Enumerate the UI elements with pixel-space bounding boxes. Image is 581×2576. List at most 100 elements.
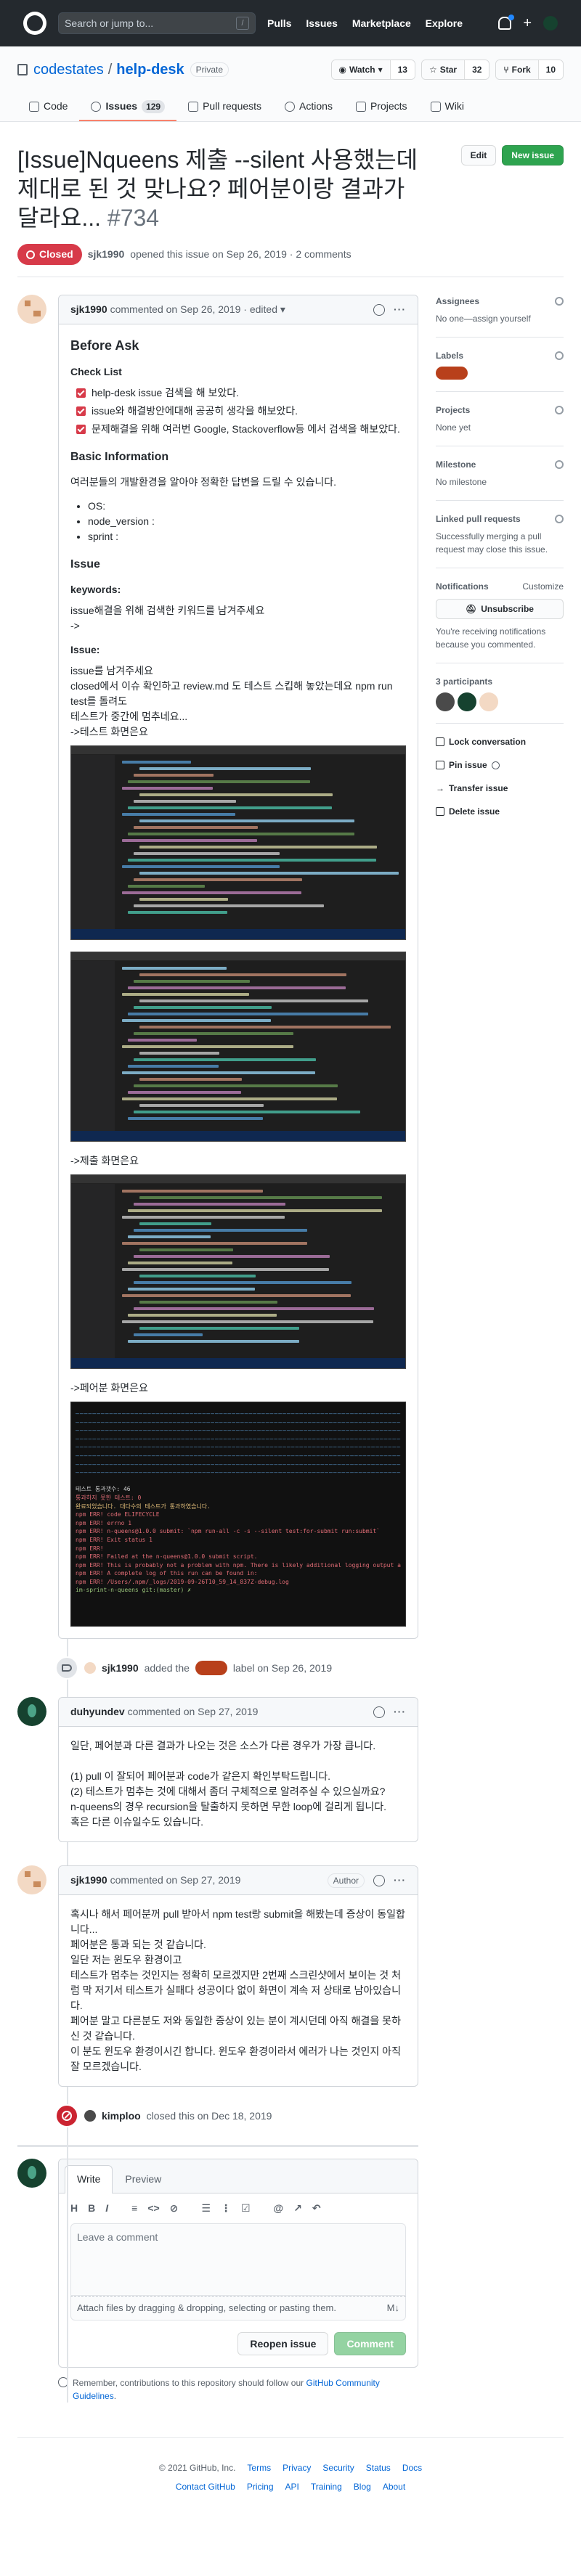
sidebar-milestone[interactable]: Milestone No milestone: [436, 458, 564, 501]
tab-issues[interactable]: Issues 129: [79, 93, 177, 121]
smiley-icon[interactable]: [373, 303, 385, 316]
test-screenshot-image[interactable]: [70, 952, 406, 1142]
new-issue-button[interactable]: New issue: [502, 145, 564, 165]
checkbox[interactable]: [76, 425, 86, 434]
transfer-issue-button[interactable]: → Transfer issue: [436, 782, 564, 795]
fork-button[interactable]: ⑂ Fork 10: [495, 60, 564, 80]
sidebar-assignees[interactable]: Assignees No one—assign yourself: [436, 295, 564, 338]
footer-link[interactable]: Blog: [354, 2480, 371, 2493]
tab-code[interactable]: Code: [17, 93, 79, 121]
avatar[interactable]: [84, 2110, 96, 2122]
code-icon[interactable]: <>: [147, 2201, 159, 2216]
tab-write[interactable]: Write: [65, 2165, 113, 2193]
avatar[interactable]: [479, 692, 498, 711]
event-actor[interactable]: sjk1990: [102, 1661, 139, 1676]
nav-pulls[interactable]: Pulls: [267, 17, 291, 29]
delete-issue-button[interactable]: Delete issue: [436, 805, 564, 818]
pin-issue-button[interactable]: Pin issue: [436, 759, 564, 772]
star-count[interactable]: 32: [464, 60, 489, 79]
footer-link[interactable]: Docs: [402, 2461, 422, 2474]
tab-preview[interactable]: Preview: [113, 2165, 174, 2193]
link-icon[interactable]: ⊘: [170, 2201, 179, 2216]
quote-icon[interactable]: ≡: [131, 2201, 137, 2216]
mention-icon[interactable]: @: [274, 2201, 284, 2216]
gear-icon[interactable]: [555, 406, 564, 414]
reply-icon[interactable]: ↶: [312, 2201, 321, 2216]
watch-count[interactable]: 13: [389, 60, 415, 79]
avatar[interactable]: [17, 1697, 46, 1726]
chevron-down-icon[interactable]: ▾: [277, 302, 285, 317]
tab-pull-requests[interactable]: Pull requests: [176, 93, 273, 121]
avatar[interactable]: [84, 1662, 96, 1674]
comment-author[interactable]: sjk1990: [70, 302, 107, 317]
task-list-icon[interactable]: ☑: [241, 2201, 251, 2216]
nav-explore[interactable]: Explore: [426, 17, 463, 29]
tab-actions[interactable]: Actions: [273, 93, 344, 121]
nav-issues[interactable]: Issues: [306, 17, 338, 29]
footer-link[interactable]: Pricing: [247, 2480, 274, 2493]
sidebar-labels[interactable]: Labels: [436, 349, 564, 392]
unsubscribe-button[interactable]: 🔕︎ Unsubscribe: [436, 599, 564, 619]
repo-owner-link[interactable]: codestates: [33, 59, 104, 81]
avatar[interactable]: [17, 1865, 46, 1894]
gear-icon[interactable]: [555, 515, 564, 523]
submit-screenshot-image[interactable]: [70, 1174, 406, 1369]
sidebar-value[interactable]: No one—assign yourself: [436, 312, 564, 325]
comment-author[interactable]: duhyundev: [70, 1704, 125, 1720]
file-attachment[interactable]: Attach files by dragging & dropping, sel…: [70, 2296, 406, 2321]
kebab-horizontal-icon[interactable]: ···: [394, 302, 406, 317]
edit-button[interactable]: Edit: [460, 145, 497, 165]
footer-link[interactable]: Terms: [247, 2461, 271, 2474]
sidebar-linked-prs[interactable]: Linked pull requests Successfully mergin…: [436, 512, 564, 568]
test-screenshot-image[interactable]: [70, 745, 406, 940]
italic-icon[interactable]: I: [105, 2201, 108, 2216]
smiley-icon[interactable]: [373, 1706, 385, 1718]
issue-label[interactable]: [436, 367, 468, 380]
footer-link[interactable]: Privacy: [283, 2461, 311, 2474]
tab-projects[interactable]: Projects: [344, 93, 419, 121]
footer-link[interactable]: Status: [366, 2461, 391, 2474]
avatar[interactable]: [17, 295, 46, 324]
star-button[interactable]: ☆ Star 32: [420, 60, 490, 80]
avatar[interactable]: [543, 16, 558, 30]
tab-wiki[interactable]: Wiki: [419, 93, 476, 121]
issue-label[interactable]: [195, 1661, 227, 1675]
github-logo-icon[interactable]: [23, 12, 46, 35]
nav-marketplace[interactable]: Marketplace: [352, 17, 411, 29]
footer-link[interactable]: Contact GitHub: [176, 2480, 235, 2493]
gear-icon[interactable]: [555, 460, 564, 469]
cross-reference-icon[interactable]: ↗: [293, 2201, 302, 2216]
bold-icon[interactable]: B: [88, 2201, 95, 2216]
gear-icon[interactable]: [555, 351, 564, 360]
footer-link[interactable]: Security: [322, 2461, 354, 2474]
avatar[interactable]: [436, 692, 455, 711]
avatar[interactable]: [17, 2159, 46, 2188]
comment-button[interactable]: Comment: [334, 2331, 406, 2355]
ordered-list-icon[interactable]: ⋮: [221, 2201, 231, 2216]
comment-textarea[interactable]: Leave a comment: [70, 2223, 406, 2296]
issue-author-link[interactable]: sjk1990: [88, 247, 125, 262]
footer-link[interactable]: API: [285, 2480, 299, 2493]
checkbox[interactable]: [76, 388, 86, 398]
unordered-list-icon[interactable]: ☰: [201, 2201, 211, 2216]
sidebar-projects[interactable]: Projects None yet: [436, 404, 564, 446]
plus-icon[interactable]: +: [523, 16, 532, 30]
markdown-icon[interactable]: M↓: [387, 2301, 399, 2315]
gear-icon[interactable]: [555, 297, 564, 306]
search-input[interactable]: Search or jump to... /: [58, 12, 256, 34]
repo-name-link[interactable]: help-desk: [116, 59, 184, 81]
reopen-issue-button[interactable]: Reopen issue: [237, 2331, 329, 2355]
footer-link[interactable]: About: [383, 2480, 405, 2493]
smiley-icon[interactable]: [373, 1874, 385, 1886]
fork-count[interactable]: 10: [537, 60, 563, 79]
comment-author[interactable]: sjk1990: [70, 1873, 107, 1888]
bell-icon[interactable]: [498, 15, 515, 30]
lock-conversation-button[interactable]: Lock conversation: [436, 735, 564, 748]
avatar[interactable]: [458, 692, 476, 711]
footer-link[interactable]: Training: [311, 2480, 342, 2493]
checkbox[interactable]: [76, 406, 86, 416]
kebab-horizontal-icon[interactable]: ···: [394, 1873, 406, 1888]
event-actor[interactable]: kimploo: [102, 2109, 141, 2124]
kebab-horizontal-icon[interactable]: ···: [394, 1704, 406, 1720]
customize-link[interactable]: Customize: [522, 580, 564, 593]
